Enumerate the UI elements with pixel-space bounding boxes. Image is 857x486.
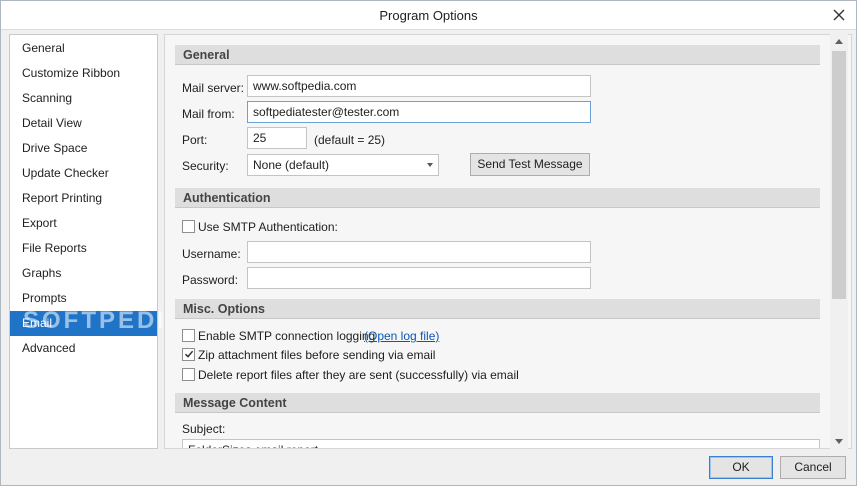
security-selected-value: None (default) <box>253 158 330 172</box>
username-input[interactable] <box>247 241 591 263</box>
checkmark-icon <box>184 350 194 358</box>
sidebar-item-report-printing[interactable]: Report Printing <box>10 186 157 211</box>
delete-report-files-label: Delete report files after they are sent … <box>198 368 519 382</box>
window-title: Program Options <box>379 8 478 23</box>
chevron-down-icon <box>427 163 433 167</box>
zip-attachments-checkbox[interactable] <box>182 348 195 361</box>
security-select[interactable]: None (default) <box>247 154 439 176</box>
options-sidebar: General Customize Ribbon Scanning Detail… <box>9 34 158 449</box>
sidebar-item-scanning[interactable]: Scanning <box>10 86 157 111</box>
sidebar-item-file-reports[interactable]: File Reports <box>10 236 157 261</box>
sidebar-item-customize-ribbon[interactable]: Customize Ribbon <box>10 61 157 86</box>
delete-report-files-checkbox[interactable] <box>182 368 195 381</box>
mail-from-input[interactable]: softpediatester@tester.com <box>247 101 591 123</box>
scrollbar-thumb[interactable] <box>832 51 846 299</box>
title-bar: Program Options <box>1 1 856 30</box>
section-header-general: General <box>175 45 820 65</box>
program-options-window: Program Options General Customize Ribbon… <box>0 0 857 486</box>
subject-label: Subject: <box>182 422 226 436</box>
sidebar-item-advanced[interactable]: Advanced <box>10 336 157 361</box>
port-input[interactable]: 25 <box>247 127 307 149</box>
arrow-up-icon[interactable] <box>835 39 843 44</box>
password-label: Password: <box>182 273 239 287</box>
sidebar-item-update-checker[interactable]: Update Checker <box>10 161 157 186</box>
sidebar-item-graphs[interactable]: Graphs <box>10 261 157 286</box>
use-smtp-auth-label: Use SMTP Authentication: <box>198 220 338 234</box>
sidebar-item-drive-space[interactable]: Drive Space <box>10 136 157 161</box>
section-header-misc-options: Misc. Options <box>175 299 820 319</box>
smtp-logging-checkbox[interactable] <box>182 329 195 342</box>
softpedia-watermark: SOFTPEDIA <box>23 307 188 334</box>
options-content-panel: General Mail server: www.softpedia.com M… <box>164 34 852 449</box>
smtp-logging-label: Enable SMTP connection logging <box>198 329 376 343</box>
port-default-note: (default = 25) <box>314 133 386 147</box>
sidebar-item-detail-view[interactable]: Detail View <box>10 111 157 136</box>
port-label: Port: <box>182 133 208 147</box>
open-log-file-link[interactable]: (Open log file) <box>364 329 439 343</box>
section-header-message-content: Message Content <box>175 393 820 413</box>
username-label: Username: <box>182 247 241 261</box>
mail-from-label: Mail from: <box>182 107 235 121</box>
subject-input[interactable]: FolderSizes email report <box>182 439 820 448</box>
mail-server-label: Mail server: <box>182 81 245 95</box>
sidebar-item-export[interactable]: Export <box>10 211 157 236</box>
security-label: Security: <box>182 159 229 173</box>
section-header-authentication: Authentication <box>175 188 820 208</box>
close-icon[interactable] <box>830 6 848 24</box>
zip-attachments-label: Zip attachment files before sending via … <box>198 348 436 362</box>
content-scrollbar[interactable] <box>830 34 848 449</box>
use-smtp-auth-checkbox[interactable] <box>182 220 195 233</box>
send-test-message-button[interactable]: Send Test Message <box>470 153 590 176</box>
mail-server-input[interactable]: www.softpedia.com <box>247 75 591 97</box>
sidebar-item-general[interactable]: General <box>10 36 157 61</box>
password-input[interactable] <box>247 267 591 289</box>
arrow-down-icon[interactable] <box>835 439 843 444</box>
ok-button[interactable]: OK <box>709 456 773 479</box>
cancel-button[interactable]: Cancel <box>780 456 846 479</box>
